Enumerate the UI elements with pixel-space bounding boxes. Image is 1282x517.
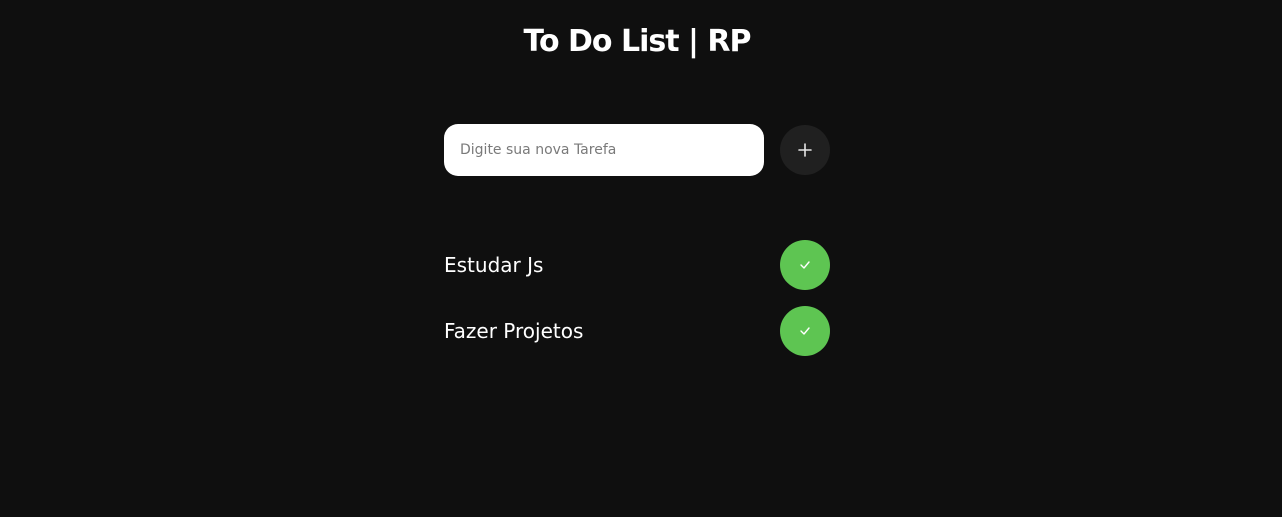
page-title: To Do List | RP (523, 24, 751, 59)
new-task-input[interactable] (444, 124, 764, 176)
task-list: Estudar Js Fazer Projetos (444, 240, 830, 372)
task-label: Fazer Projetos (444, 319, 584, 343)
task-item: Estudar Js (444, 240, 830, 290)
new-task-form (444, 124, 830, 176)
check-icon (799, 260, 811, 270)
complete-task-button[interactable] (780, 240, 830, 290)
task-label: Estudar Js (444, 253, 544, 277)
complete-task-button[interactable] (780, 306, 830, 356)
check-icon (799, 326, 811, 336)
task-item: Fazer Projetos (444, 306, 830, 356)
add-task-button[interactable] (780, 125, 830, 175)
plus-icon (798, 143, 812, 157)
